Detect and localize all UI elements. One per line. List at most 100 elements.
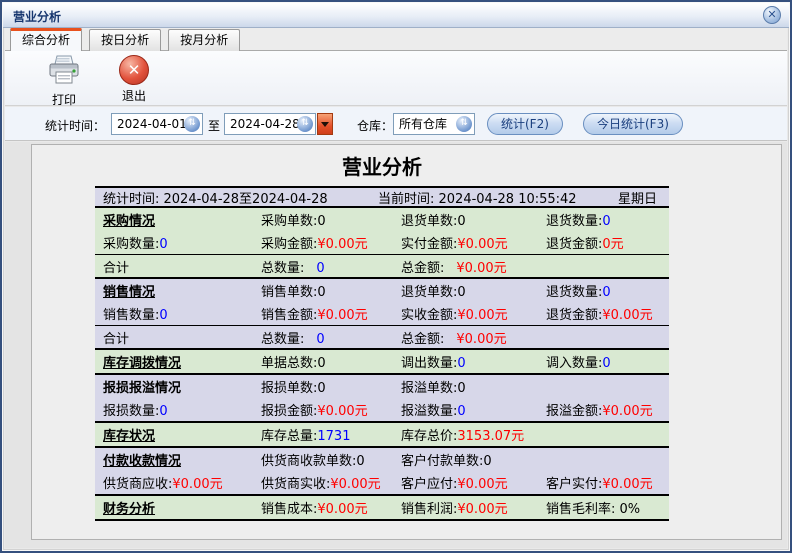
cell-label: 调入数量: xyxy=(546,356,602,371)
tab-monthly-analysis[interactable]: 按月分析 xyxy=(168,29,240,51)
section-title: 采购情况 xyxy=(103,214,155,229)
cell-label: 库存总价: xyxy=(401,429,457,444)
date-from-input[interactable]: 2024-04-01 ⇅ xyxy=(111,113,203,135)
cell-value: ¥0.00元 xyxy=(457,477,507,492)
date-to-value: 2024-04-28 xyxy=(230,117,300,131)
cell-value: ¥0.00元 xyxy=(457,237,507,252)
table-cell: 销售情况 xyxy=(103,281,261,300)
report-section: 报损报溢情况报损单数:0报溢单数:0报损数量:0报损金额:¥0.00元报溢数量:… xyxy=(95,375,669,423)
cell-value: 0% xyxy=(620,502,641,517)
cell-label: 客户应付: xyxy=(401,477,457,492)
warehouse-select[interactable]: 所有仓库 ⇅ xyxy=(393,113,475,135)
tab-daily-analysis[interactable]: 按日分析 xyxy=(89,29,161,51)
report-current-time: 当前时间: 2024-04-28 10:55:42 xyxy=(378,188,618,207)
cell-value: ¥0.00元 xyxy=(317,502,367,517)
tab-comprehensive-analysis[interactable]: 综合分析 xyxy=(10,28,82,51)
table-cell: 销售单数:0 xyxy=(261,281,401,300)
toolbar: 打印 ✕ 退出 xyxy=(5,51,787,106)
table-cell: 报损单数:0 xyxy=(261,377,401,396)
cell-label: 报损数量: xyxy=(103,404,159,419)
cell-value: 3153.07元 xyxy=(457,429,524,444)
table-cell: 库存总价:3153.07元 xyxy=(401,425,546,444)
cell-label: 退货单数: xyxy=(401,214,457,229)
table-cell: 总数量:0 xyxy=(261,257,401,276)
cell-label: 销售数量: xyxy=(103,308,159,323)
cell-value: 0 xyxy=(457,356,465,371)
table-cell: 销售成本:¥0.00元 xyxy=(261,498,401,517)
cell-value: ¥0.00元 xyxy=(330,477,380,492)
table-cell: 报溢数量:0 xyxy=(401,400,546,419)
section-title: 库存状况 xyxy=(103,429,155,444)
warehouse-spinner-icon[interactable]: ⇅ xyxy=(456,116,472,132)
stat-f2-button[interactable]: 统计(F2) xyxy=(487,113,563,135)
table-row: 库存状况 库存总量:1731库存总价:3153.07元 xyxy=(95,423,669,446)
exit-button[interactable]: ✕ 退出 xyxy=(105,55,163,103)
table-cell: 合计 xyxy=(103,328,261,347)
table-cell: 库存总量:1731 xyxy=(261,425,401,444)
cell-value: ¥0.00元 xyxy=(602,477,652,492)
report-section: 财务分析销售成本:¥0.00元销售利润:¥0.00元销售毛利率: 0% xyxy=(95,496,669,521)
warehouse-label: 仓库： xyxy=(357,117,393,134)
report-section: 库存调拨情况单据总数:0调出数量:0调入数量:0 xyxy=(95,350,669,375)
cell-value: 1731 xyxy=(317,429,350,444)
warehouse-value: 所有仓库 xyxy=(399,117,447,131)
print-button[interactable]: 打印 xyxy=(35,55,93,103)
table-cell: 退货金额:0元 xyxy=(546,233,669,252)
cell-value: ¥0.00元 xyxy=(172,477,222,492)
close-icon[interactable]: ✕ xyxy=(763,6,781,24)
table-cell: 库存调拨情况 xyxy=(103,352,261,371)
cell-value: 0 xyxy=(457,381,465,396)
table-cell: 报损金额:¥0.00元 xyxy=(261,400,401,419)
cell-value: 0 xyxy=(602,356,610,371)
table-cell: 财务分析 xyxy=(103,498,261,517)
cell-label: 客户付款单数: xyxy=(401,454,483,469)
report-section: 销售情况销售单数:0退货单数:0退货数量:0销售数量:0销售金额:¥0.00元实… xyxy=(95,279,669,350)
cell-value: 0 xyxy=(159,404,167,419)
table-cell: 采购数量:0 xyxy=(103,233,261,252)
table-cell: 调入数量:0 xyxy=(546,352,669,371)
table-cell: 退货单数:0 xyxy=(401,281,546,300)
section-title: 报损报溢情况 xyxy=(103,381,181,396)
table-cell: 退货单数:0 xyxy=(401,210,546,229)
cell-value: 0 xyxy=(602,285,610,300)
report-header-row: 统计时间: 2024-04-28至2024-04-28 当前时间: 2024-0… xyxy=(95,186,669,208)
table-cell: 退货数量:0 xyxy=(546,210,669,229)
table-cell: 库存状况 xyxy=(103,425,261,444)
table-row: 报损报溢情况 报损单数:0报溢单数:0 xyxy=(95,375,669,398)
cell-value: ¥0.00元 xyxy=(317,404,367,419)
report-section: 付款收款情况供货商收款单数:0客户付款单数:0供货商应收:¥0.00元供货商实收… xyxy=(95,448,669,496)
cell-label: 总数量: xyxy=(261,261,304,276)
cell-value: 0 xyxy=(483,454,491,469)
cell-label: 销售金额: xyxy=(261,308,317,323)
table-cell: 供货商应收:¥0.00元 xyxy=(103,473,261,492)
date-from-spinner-icon[interactable]: ⇅ xyxy=(184,116,200,132)
cell-label: 采购金额: xyxy=(261,237,317,252)
table-cell: 销售利润:¥0.00元 xyxy=(401,498,546,517)
cell-value: 0 xyxy=(457,214,465,229)
today-stat-f3-button[interactable]: 今日统计(F3) xyxy=(583,113,683,135)
table-cell: 总数量:0 xyxy=(261,328,401,347)
table-row: 合计总数量:0总金额:¥0.00元 xyxy=(95,254,669,277)
table-row: 库存调拨情况单据总数:0调出数量:0调入数量:0 xyxy=(95,350,669,373)
cell-value: 0 xyxy=(159,308,167,323)
report-panel: 营业分析 统计时间: 2024-04-28至2024-04-28 当前时间: 2… xyxy=(31,144,782,540)
cell-label: 调出数量: xyxy=(401,356,457,371)
table-cell: 报溢单数:0 xyxy=(401,377,546,396)
title-bar: 营业分析 ✕ xyxy=(3,3,789,28)
date-to-spinner-icon[interactable]: ⇅ xyxy=(297,116,313,132)
date-to-input[interactable]: 2024-04-28 ⇅ xyxy=(224,113,316,135)
table-cell: 实付金额:¥0.00元 xyxy=(401,233,546,252)
date-from-value: 2024-04-01 xyxy=(117,117,187,131)
table-row: 采购情况采购单数:0退货单数:0退货数量:0 xyxy=(95,208,669,231)
stat-time-label: 统计时间： xyxy=(45,117,105,134)
section-title: 销售情况 xyxy=(103,285,155,300)
cell-label: 退货数量: xyxy=(546,285,602,300)
table-cell: 退货金额:¥0.00元 xyxy=(546,304,669,323)
table-cell: 付款收款情况 xyxy=(103,450,261,469)
calendar-dropdown-button[interactable] xyxy=(317,113,333,135)
cell-label: 退货金额: xyxy=(546,308,602,323)
cell-label: 报溢单数: xyxy=(401,381,457,396)
cell-label: 供货商收款单数: xyxy=(261,454,356,469)
table-cell: 报溢金额:¥0.00元 xyxy=(546,400,669,419)
table-cell: 客户应付:¥0.00元 xyxy=(401,473,546,492)
